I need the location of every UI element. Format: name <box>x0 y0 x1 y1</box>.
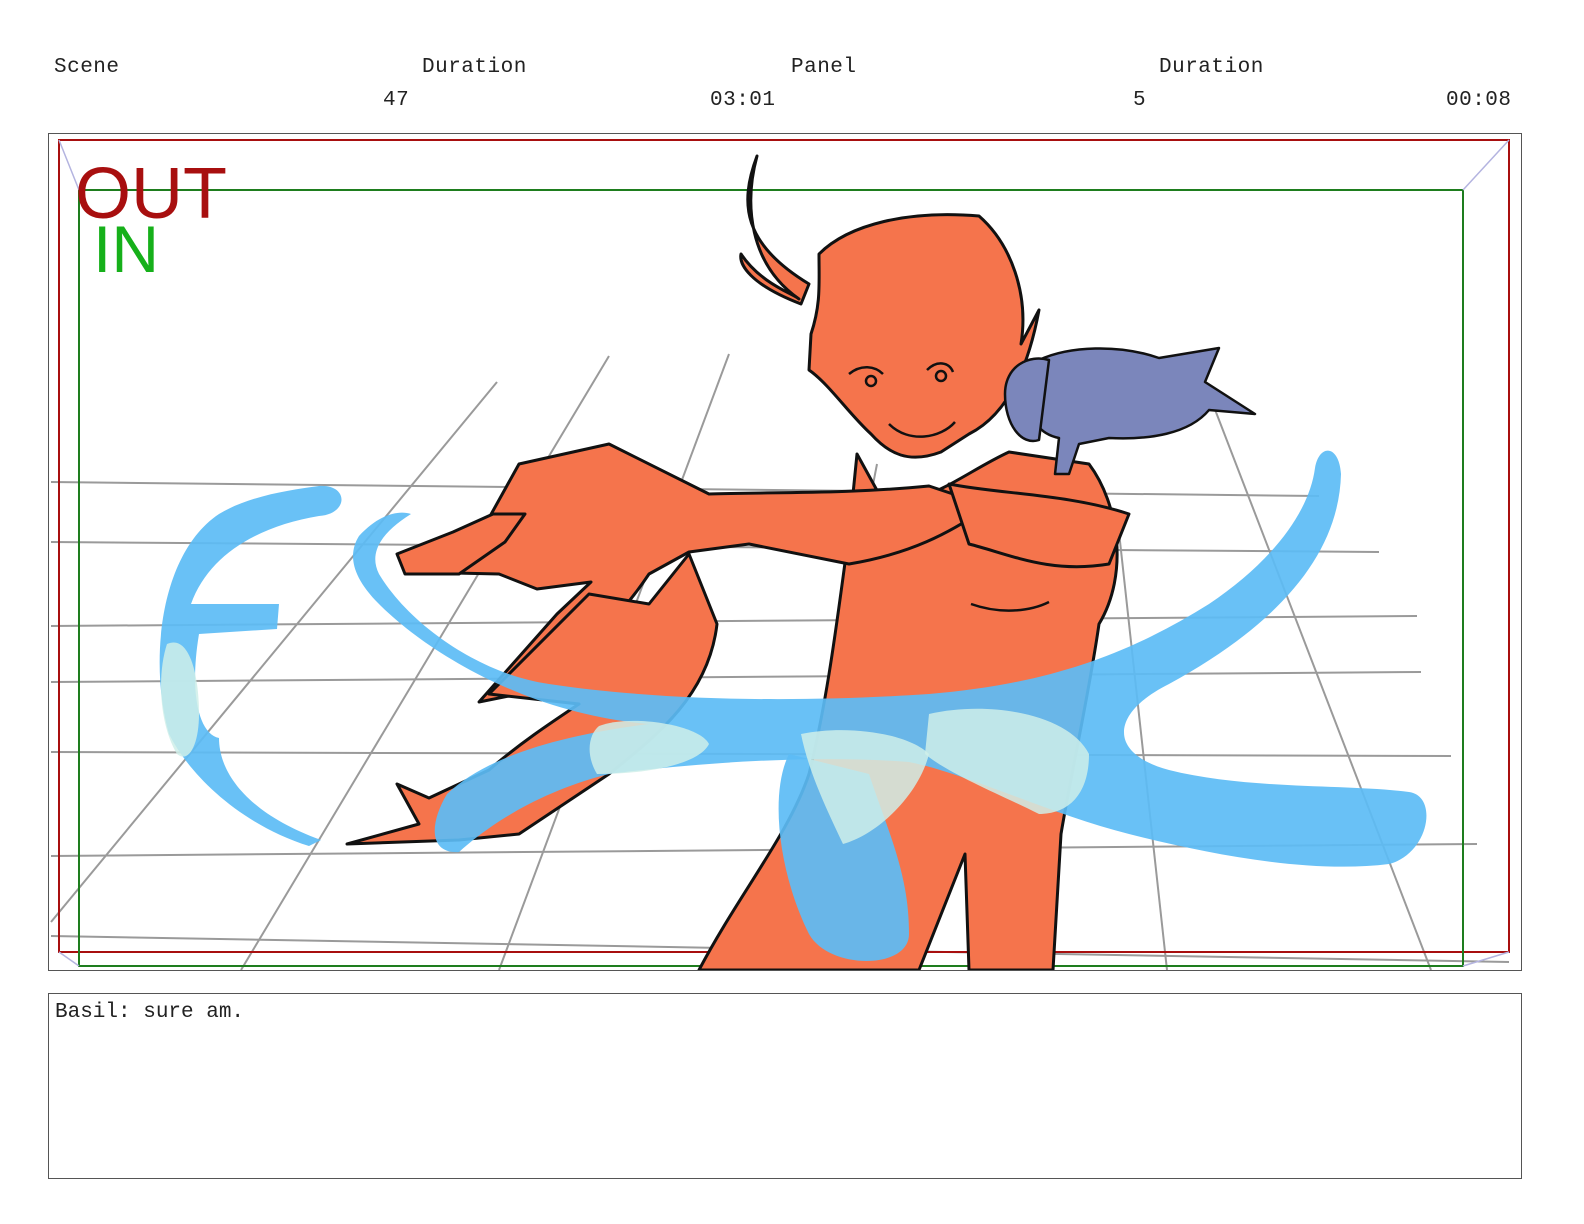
in-label: IN <box>93 212 159 286</box>
panel-label: Panel <box>791 56 857 79</box>
panel-value: 5 <box>1133 89 1147 112</box>
scene-value: 47 <box>383 89 410 112</box>
dialogue-box: Basil: sure am. <box>48 993 1522 1179</box>
scene-label: Scene <box>54 56 120 79</box>
storyboard-panel: OUT IN <box>48 133 1522 971</box>
panel-duration-value: 00:08 <box>1446 89 1512 112</box>
dialogue-text: Basil: sure am. <box>55 1001 245 1024</box>
panel-drawing <box>50 139 1510 970</box>
scene-duration-label: Duration <box>422 56 527 79</box>
scene-duration-value: 03:01 <box>710 89 776 112</box>
character <box>345 154 1131 970</box>
shoulder-creature <box>1003 346 1257 476</box>
panel-duration-label: Duration <box>1159 56 1264 79</box>
